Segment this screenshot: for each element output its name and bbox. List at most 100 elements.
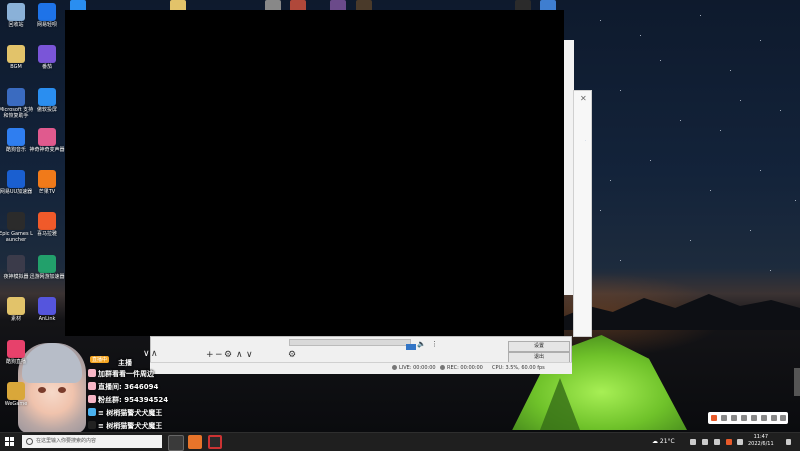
star: [780, 110, 781, 111]
move-up-button[interactable]: ∧: [236, 350, 243, 360]
overlay-line: 加群看看一件周边: [88, 369, 154, 379]
search-icon: [26, 438, 33, 445]
app-icon: [7, 297, 25, 315]
add-source-button[interactable]: +: [206, 350, 214, 360]
obs-taskbar-icon[interactable]: [208, 435, 222, 449]
star: [610, 180, 611, 181]
speaker-icon[interactable]: 🔈: [417, 340, 426, 348]
star: [730, 70, 731, 71]
desktop-icon[interactable]: WeGame: [0, 382, 34, 407]
app-icon: [38, 297, 56, 315]
notification-icon[interactable]: [786, 439, 791, 445]
star: [760, 40, 761, 41]
star: [710, 190, 711, 191]
star: [620, 260, 621, 261]
star: [660, 60, 661, 61]
app-icon: [38, 255, 56, 273]
app-icon: [7, 255, 25, 273]
app-icon: [38, 3, 56, 21]
display-icon[interactable]: [737, 439, 743, 445]
desktop-icon[interactable]: 番茄: [29, 45, 65, 70]
app-icon: [38, 128, 56, 146]
app-icon: [38, 212, 56, 230]
star: [690, 240, 691, 241]
move-down-button[interactable]: ∨: [246, 350, 253, 360]
close-icon[interactable]: ✕: [580, 94, 587, 103]
desktop-icon-label: WeGame: [4, 401, 28, 407]
star: [760, 170, 761, 171]
desktop-icon-label: 网易轻呗: [36, 22, 57, 28]
desktop-icon[interactable]: 神奇神奇变声器: [29, 128, 65, 153]
overlay-line: ≡ 树梢猫警犬犬魔王: [88, 421, 162, 431]
desktop-icon[interactable]: 酷狗直播: [0, 340, 34, 365]
desktop-icon-label: 傲软投屏: [36, 107, 57, 113]
desktop-icon[interactable]: 喜马拉雅: [29, 212, 65, 237]
tray-chevron-icon[interactable]: [690, 439, 696, 445]
remove-source-button[interactable]: −: [215, 350, 223, 360]
star: [600, 20, 601, 21]
windows-start-icon[interactable]: [5, 437, 15, 447]
app-icon: [38, 88, 56, 106]
star: [770, 270, 771, 271]
app-icon: [7, 45, 25, 63]
app-icon: [7, 340, 25, 358]
gear-icon[interactable]: ⚙: [224, 350, 232, 360]
star: [680, 120, 681, 121]
desktop-icon[interactable]: 网易轻呗: [29, 3, 65, 28]
taskbar-search-input[interactable]: 在这里输入你要搜索的内容: [22, 435, 162, 448]
network-icon[interactable]: [702, 439, 708, 445]
task-view-icon[interactable]: [168, 435, 184, 451]
star: [600, 210, 601, 211]
star: [620, 90, 621, 91]
mountain-silhouette: [560, 294, 800, 330]
obs-status-bar: LIVE: 00:00:00 REC: 00:00:00 CPU: 3.5%, …: [150, 362, 572, 374]
weather-widget[interactable]: ☁ 21°C: [652, 438, 675, 445]
star: [585, 140, 586, 141]
star: [700, 15, 701, 16]
overlay-line: ≡ 树梢猫警犬犬魔王: [88, 408, 162, 418]
ime-toolbar[interactable]: [708, 412, 788, 424]
overlay-line: 粉丝群: 954394524: [88, 395, 168, 405]
app-icon: [7, 382, 25, 400]
mixer-menu-icon[interactable]: ⋮: [431, 340, 438, 348]
desktop-icon-label: 芒果TV: [38, 189, 56, 195]
desktop-icon-label: 番茄: [41, 64, 52, 70]
desktop-icon-label: AnLink: [38, 316, 56, 322]
taskbar-app-icon[interactable]: [188, 435, 202, 449]
rec-status: REC: 00:00:00: [440, 365, 483, 371]
app-icon: [7, 212, 25, 230]
settings-button[interactable]: 设置: [508, 341, 570, 352]
desktop-icon[interactable]: 迅游网游加速器: [29, 255, 65, 280]
desktop-icon[interactable]: AnLink: [29, 297, 65, 322]
desktop-icon-label: 喜马拉雅: [36, 231, 57, 237]
desktop-icon-label: 神奇神奇变声器: [29, 147, 65, 153]
live-status: LIVE: 00:00:00: [392, 365, 436, 371]
volume-meter: [406, 344, 416, 350]
app-icon: [7, 128, 25, 146]
app-icon: [7, 3, 25, 21]
game-capture-window[interactable]: [65, 10, 564, 336]
volume-slider[interactable]: [289, 339, 411, 346]
cpu-status: CPU: 3.5%, 60.00 fps: [492, 365, 545, 371]
cloud-icon: ☁: [652, 438, 658, 445]
background-dialog: [573, 90, 592, 337]
input-method-icon[interactable]: [726, 439, 732, 445]
taskbar: 在这里输入你要搜索的内容 ☁ 21°C 11:47 2022/6/11: [0, 432, 800, 451]
desktop-icon-label: 酷狗直播: [5, 359, 26, 365]
app-icon: [7, 170, 25, 188]
star: [750, 230, 751, 231]
taskbar-clock[interactable]: 11:47 2022/6/11: [748, 434, 774, 448]
gear-icon[interactable]: ⚙: [288, 350, 296, 360]
star: [720, 130, 721, 131]
star: [740, 100, 741, 101]
desktop-icon-label: 迅游网游加速器: [29, 274, 65, 280]
desktop-icon[interactable]: 傲软投屏: [29, 88, 65, 113]
volume-icon[interactable]: [714, 439, 720, 445]
star: [640, 35, 641, 36]
edge-scrollbar[interactable]: [794, 368, 800, 396]
star: [650, 160, 651, 161]
live-badge: 直播中: [90, 356, 110, 363]
desktop-icon[interactable]: 芒果TV: [29, 170, 65, 195]
app-icon: [38, 45, 56, 63]
overlay-title: 主播: [118, 359, 132, 367]
